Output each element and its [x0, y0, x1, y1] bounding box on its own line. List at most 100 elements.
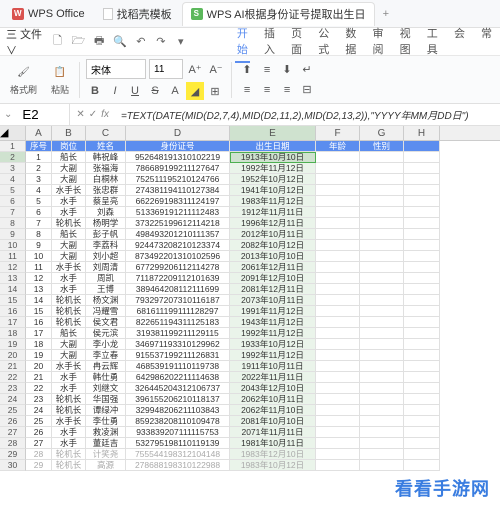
cell-gender[interactable]: [360, 317, 404, 328]
cell-birth[interactable]: 1992年11月12日: [230, 350, 316, 361]
cell[interactable]: [404, 196, 440, 207]
fill-color-button[interactable]: ◢: [186, 82, 204, 100]
dropdown-icon[interactable]: ▾: [175, 34, 187, 50]
cell-name[interactable]: 刘小超: [86, 251, 126, 262]
cell-id[interactable]: 755544198312104148: [126, 449, 230, 460]
cell-seq[interactable]: 1: [26, 152, 52, 163]
cell[interactable]: [404, 383, 440, 394]
cell[interactable]: [404, 372, 440, 383]
row-header[interactable]: 19: [0, 339, 26, 350]
cell-gender[interactable]: [360, 350, 404, 361]
cell-seq[interactable]: 15: [26, 306, 52, 317]
cell-id[interactable]: 915537199211126831: [126, 350, 230, 361]
cell-age[interactable]: [316, 328, 360, 339]
cell-id[interactable]: 396155206210118137: [126, 394, 230, 405]
cell-pos[interactable]: 水手: [52, 438, 86, 449]
cell-pos[interactable]: 水手: [52, 427, 86, 438]
cell-pos[interactable]: 船长: [52, 229, 86, 240]
cell-seq[interactable]: 21: [26, 372, 52, 383]
cell-birth[interactable]: 2071年11月11日: [230, 427, 316, 438]
bold-button[interactable]: B: [86, 82, 104, 100]
row-header[interactable]: 9: [0, 229, 26, 240]
cell-gender[interactable]: [360, 218, 404, 229]
cell-birth[interactable]: 1996年12月11日: [230, 218, 316, 229]
cell-birth[interactable]: 1941年10月12日: [230, 185, 316, 196]
cell-seq[interactable]: 4: [26, 185, 52, 196]
cell[interactable]: [404, 251, 440, 262]
cell-id[interactable]: 373225199612114218: [126, 218, 230, 229]
preview-icon[interactable]: 🔍: [113, 34, 127, 50]
cell-birth[interactable]: 1912年11月11日: [230, 207, 316, 218]
cell-pos[interactable]: 水手长: [52, 416, 86, 427]
cell-id[interactable]: 952648191310102219: [126, 152, 230, 163]
cell[interactable]: [404, 460, 440, 471]
align-bottom-icon[interactable]: ⬇: [278, 61, 296, 79]
cell-pos[interactable]: 船长: [52, 328, 86, 339]
cell-name[interactable]: 李荔科: [86, 240, 126, 251]
row-header[interactable]: 13: [0, 273, 26, 284]
wrap-icon[interactable]: ↵: [298, 61, 316, 79]
cell-birth[interactable]: 1992年11月12日: [230, 328, 316, 339]
cell-age[interactable]: [316, 229, 360, 240]
cell-gender[interactable]: [360, 405, 404, 416]
cell-seq[interactable]: 2: [26, 163, 52, 174]
cell-name[interactable]: 侯元滨: [86, 328, 126, 339]
ribbon-tab-review[interactable]: 审阅: [371, 21, 386, 63]
cell-id[interactable]: 681611199111128297: [126, 306, 230, 317]
cell-id[interactable]: 468539191110119738: [126, 361, 230, 372]
cell-age[interactable]: [316, 306, 360, 317]
row-header[interactable]: 23: [0, 383, 26, 394]
cell-name[interactable]: 冉云辉: [86, 361, 126, 372]
cell-seq[interactable]: 3: [26, 174, 52, 185]
cell-birth[interactable]: 2073年10月11日: [230, 295, 316, 306]
grid-body[interactable]: 1 序号 岗位 姓名 身份证号 出生日期 年龄 性别 2 1 船长 韩祝峰 95…: [0, 141, 500, 478]
cell-name[interactable]: 张忠群: [86, 185, 126, 196]
cell-gender[interactable]: [360, 174, 404, 185]
cell-age[interactable]: [316, 317, 360, 328]
cell[interactable]: [404, 317, 440, 328]
cell-pos[interactable]: 大副: [52, 339, 86, 350]
row-header[interactable]: 27: [0, 427, 26, 438]
cell-birth[interactable]: 2022年11月11日: [230, 372, 316, 383]
cell-name[interactable]: 彭子帆: [86, 229, 126, 240]
cell-id[interactable]: 498493201210111357: [126, 229, 230, 240]
border-button[interactable]: ⊞: [206, 82, 224, 100]
row-header[interactable]: 20: [0, 350, 26, 361]
cell[interactable]: [404, 141, 440, 152]
save-icon[interactable]: 🗋: [52, 34, 64, 50]
cell-pos[interactable]: 水手: [52, 383, 86, 394]
cell-birth[interactable]: 2062年10月11日: [230, 394, 316, 405]
row-header[interactable]: 11: [0, 251, 26, 262]
cell-id[interactable]: 532795198110119139: [126, 438, 230, 449]
cell-name[interactable]: 刘森: [86, 207, 126, 218]
cell-gender[interactable]: [360, 383, 404, 394]
cell-age[interactable]: [316, 196, 360, 207]
cell-birth[interactable]: 1911年10月11日: [230, 361, 316, 372]
cell-age[interactable]: [316, 449, 360, 460]
font-color-button[interactable]: A: [166, 82, 184, 100]
ribbon-tab-tools[interactable]: 工具: [425, 21, 440, 63]
cell-pos[interactable]: 轮机长: [52, 460, 86, 471]
cell-age[interactable]: [316, 383, 360, 394]
cell-pos[interactable]: 船长: [52, 152, 86, 163]
tab-add-button[interactable]: +: [377, 8, 395, 20]
merge-icon[interactable]: ⊟: [298, 81, 316, 99]
align-right-icon[interactable]: ≡: [278, 81, 296, 99]
cell-seq[interactable]: 18: [26, 339, 52, 350]
name-box[interactable]: [16, 104, 70, 125]
cell-gender[interactable]: [360, 339, 404, 350]
cell[interactable]: [404, 339, 440, 350]
cell-id[interactable]: 677299206112114278: [126, 262, 230, 273]
tab-templates[interactable]: 找稻壳模板: [95, 2, 180, 26]
header-age[interactable]: 年龄: [316, 141, 360, 152]
print-icon[interactable]: 🖶: [93, 34, 105, 50]
cell-name[interactable]: 韩祝峰: [86, 152, 126, 163]
row-header[interactable]: 8: [0, 218, 26, 229]
row-header[interactable]: 5: [0, 185, 26, 196]
cell-gender[interactable]: [360, 295, 404, 306]
cell-seq[interactable]: 8: [26, 229, 52, 240]
cell-gender[interactable]: [360, 273, 404, 284]
cell[interactable]: [404, 185, 440, 196]
ribbon-tab-member[interactable]: 会: [452, 21, 467, 63]
row-header[interactable]: 16: [0, 306, 26, 317]
